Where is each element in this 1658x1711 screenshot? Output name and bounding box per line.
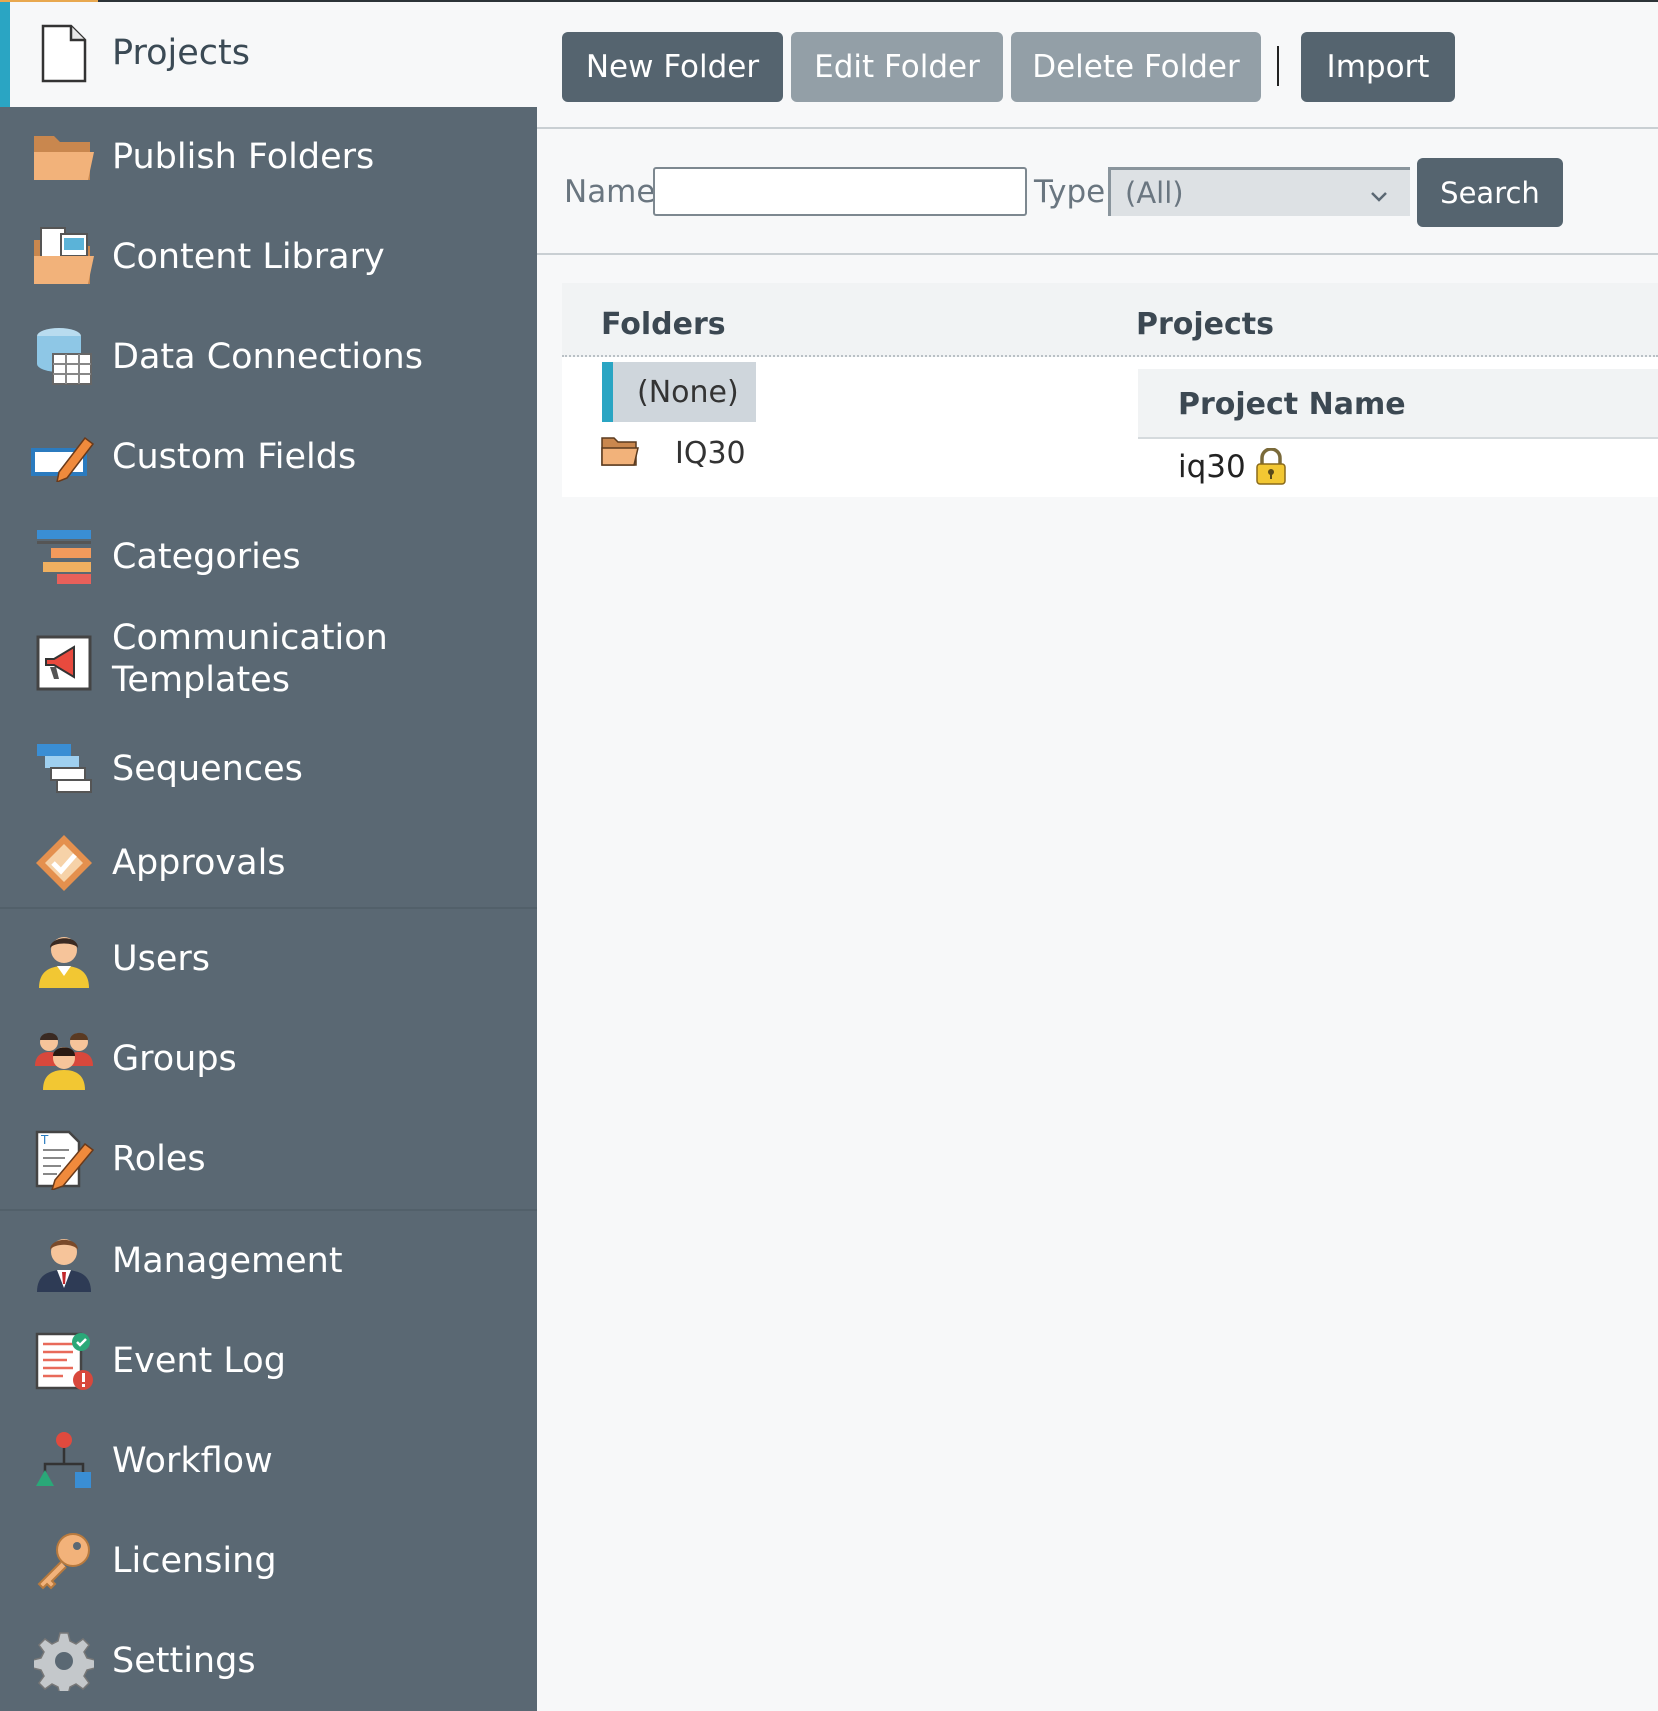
roles-edit-icon: T <box>30 1125 98 1193</box>
top-border <box>0 0 1658 2</box>
sidebar-item-label: Approvals <box>112 843 286 883</box>
approval-check-icon <box>30 829 98 897</box>
sidebar-item-label: Settings <box>112 1641 256 1681</box>
sidebar-item-label: Categories <box>112 537 301 577</box>
content-library-icon <box>30 223 98 291</box>
sidebar-item-event-log[interactable]: Event Log <box>0 1311 537 1411</box>
sidebar: Projects Publish Folders Content Library… <box>0 0 537 1711</box>
sidebar-item-approvals[interactable]: Approvals <box>0 819 537 907</box>
chevron-down-icon <box>1368 180 1390 214</box>
edit-folder-button[interactable]: Edit Folder <box>791 32 1003 102</box>
sidebar-item-sequences[interactable]: Sequences <box>0 719 537 819</box>
manager-icon <box>30 1227 98 1295</box>
type-select[interactable]: (All) <box>1108 167 1410 216</box>
sidebar-item-publish-folders[interactable]: Publish Folders <box>0 107 537 207</box>
toolbar-divider-line <box>537 127 1658 129</box>
folder-icon <box>30 123 98 191</box>
pencil-field-icon <box>30 423 98 491</box>
search-button[interactable]: Search <box>1417 158 1563 227</box>
sidebar-item-label: Sequences <box>112 749 303 789</box>
sidebar-item-content-library[interactable]: Content Library <box>0 207 537 307</box>
sequences-icon <box>30 735 98 803</box>
selected-indicator <box>602 362 613 422</box>
type-label: Type <box>1034 174 1106 210</box>
sidebar-item-projects[interactable]: Projects <box>0 0 537 107</box>
sidebar-item-workflow[interactable]: Workflow <box>0 1411 537 1511</box>
project-name-column-header[interactable]: Project Name <box>1178 387 1406 422</box>
projects-header: Projects <box>1136 307 1275 342</box>
sidebar-item-licensing[interactable]: Licensing <box>0 1511 537 1611</box>
user-icon <box>30 925 98 993</box>
folder-icon <box>600 435 640 471</box>
sidebar-item-settings[interactable]: Settings <box>0 1611 537 1711</box>
megaphone-icon <box>30 629 98 697</box>
project-table-header: Project Name <box>1138 369 1658 439</box>
name-search-input[interactable] <box>653 167 1027 216</box>
sidebar-item-data-connections[interactable]: Data Connections <box>0 307 537 407</box>
sidebar-item-label: Workflow <box>112 1441 273 1481</box>
lock-icon <box>1254 448 1288 486</box>
svg-text:T: T <box>40 1133 49 1147</box>
panel-header <box>562 283 1658 357</box>
sidebar-item-label: Groups <box>112 1039 237 1079</box>
import-button[interactable]: Import <box>1301 32 1455 102</box>
categories-icon <box>30 523 98 591</box>
sidebar-item-custom-fields[interactable]: Custom Fields <box>0 407 537 507</box>
sidebar-item-label: Event Log <box>112 1341 286 1381</box>
top-border-accent <box>0 0 98 2</box>
sidebar-item-management[interactable]: Management <box>0 1211 537 1311</box>
folder-label: IQ30 <box>675 435 746 471</box>
gear-icon <box>30 1627 98 1695</box>
sidebar-item-label: Projects <box>112 33 250 73</box>
sidebar-item-communication-templates[interactable]: Communication Templates <box>0 607 537 719</box>
sidebar-item-label: Custom Fields <box>112 437 357 477</box>
sidebar-item-groups[interactable]: Groups <box>0 1009 537 1109</box>
name-label: Name <box>564 174 656 210</box>
folders-header: Folders <box>601 307 726 342</box>
sidebar-item-label-line1: Communication <box>112 618 388 658</box>
folder-item-iq30[interactable]: IQ30 <box>600 430 746 476</box>
sidebar-item-label: Data Connections <box>112 337 423 377</box>
workflow-icon <box>30 1427 98 1495</box>
type-select-value: (All) <box>1125 176 1184 210</box>
sidebar-item-roles[interactable]: T Roles <box>0 1109 537 1209</box>
event-log-icon <box>30 1327 98 1395</box>
table-row[interactable]: iq30 <box>1178 445 1288 489</box>
sidebar-item-label: Publish Folders <box>112 137 375 177</box>
sidebar-item-label: Licensing <box>112 1541 277 1581</box>
sidebar-item-categories[interactable]: Categories <box>0 507 537 607</box>
new-folder-button[interactable]: New Folder <box>562 32 783 102</box>
sidebar-item-label: Roles <box>112 1139 206 1179</box>
group-icon <box>30 1025 98 1093</box>
sidebar-item-label: Content Library <box>112 237 385 277</box>
document-icon <box>30 20 98 88</box>
folder-label: (None) <box>637 374 739 410</box>
key-icon <box>30 1527 98 1595</box>
sidebar-item-label: Users <box>112 939 211 979</box>
delete-folder-button[interactable]: Delete Folder <box>1011 32 1261 102</box>
active-indicator <box>0 0 10 107</box>
toolbar-divider <box>1277 46 1279 86</box>
database-icon <box>30 323 98 391</box>
sidebar-item-label-line2: Templates <box>112 660 290 700</box>
project-name[interactable]: iq30 <box>1178 449 1246 485</box>
sidebar-item-users[interactable]: Users <box>0 909 537 1009</box>
search-divider-line <box>537 253 1658 255</box>
folder-item-none[interactable]: (None) <box>602 362 756 422</box>
sidebar-item-label: Management <box>112 1241 343 1281</box>
